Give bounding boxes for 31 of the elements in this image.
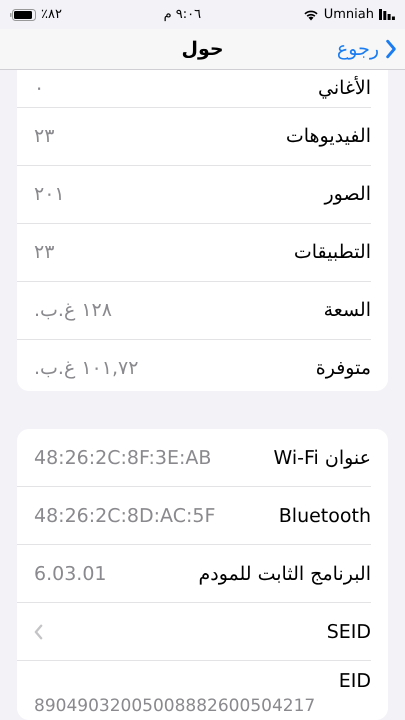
row-label: عنوان Wi-Fi <box>273 446 371 469</box>
row-value: ١٠١,٧٢ غ.ب. <box>34 357 138 380</box>
page-title: حول <box>181 38 224 60</box>
wifi-icon <box>302 8 319 21</box>
carrier-name: Umniah <box>324 7 374 22</box>
row-label: البرنامج الثابت للمودم <box>198 562 371 585</box>
row-value: ١٢٨ غ.ب. <box>34 299 112 322</box>
row-label: Bluetooth <box>278 504 371 527</box>
row-value: ٢٠١ <box>34 183 65 206</box>
row-value: 89049032005008882600504217 <box>34 696 316 716</box>
row-label: الفيديوهات <box>286 125 371 148</box>
chevron-icon <box>34 624 43 640</box>
row-value: ٢٣ <box>34 125 54 148</box>
clock: ٩:٠٦ م <box>164 7 202 22</box>
battery-percentage: ٪٨٢ <box>41 7 62 22</box>
row-label: التطبيقات <box>294 241 371 264</box>
row-label: الأغاني <box>318 77 371 100</box>
back-chevron-icon <box>385 39 397 60</box>
back-button[interactable]: رجوع <box>336 38 397 60</box>
battery-icon <box>10 8 36 21</box>
row-value: ٢٣ <box>34 241 54 264</box>
row-value: 48:26:2C:8D:AC:5F <box>34 504 216 527</box>
row-label: السعة <box>324 299 371 322</box>
row-label: الصور <box>324 183 371 206</box>
row-label: EID <box>338 670 371 692</box>
signal-icon <box>379 9 395 20</box>
row-value: 6.03.01 <box>34 562 107 585</box>
row-value: ٠ <box>34 77 44 100</box>
row-label: SEID <box>326 620 371 643</box>
row-value: 48:26:2C:8F:3E:AB <box>34 446 212 469</box>
row-label: متوفرة <box>316 357 371 380</box>
